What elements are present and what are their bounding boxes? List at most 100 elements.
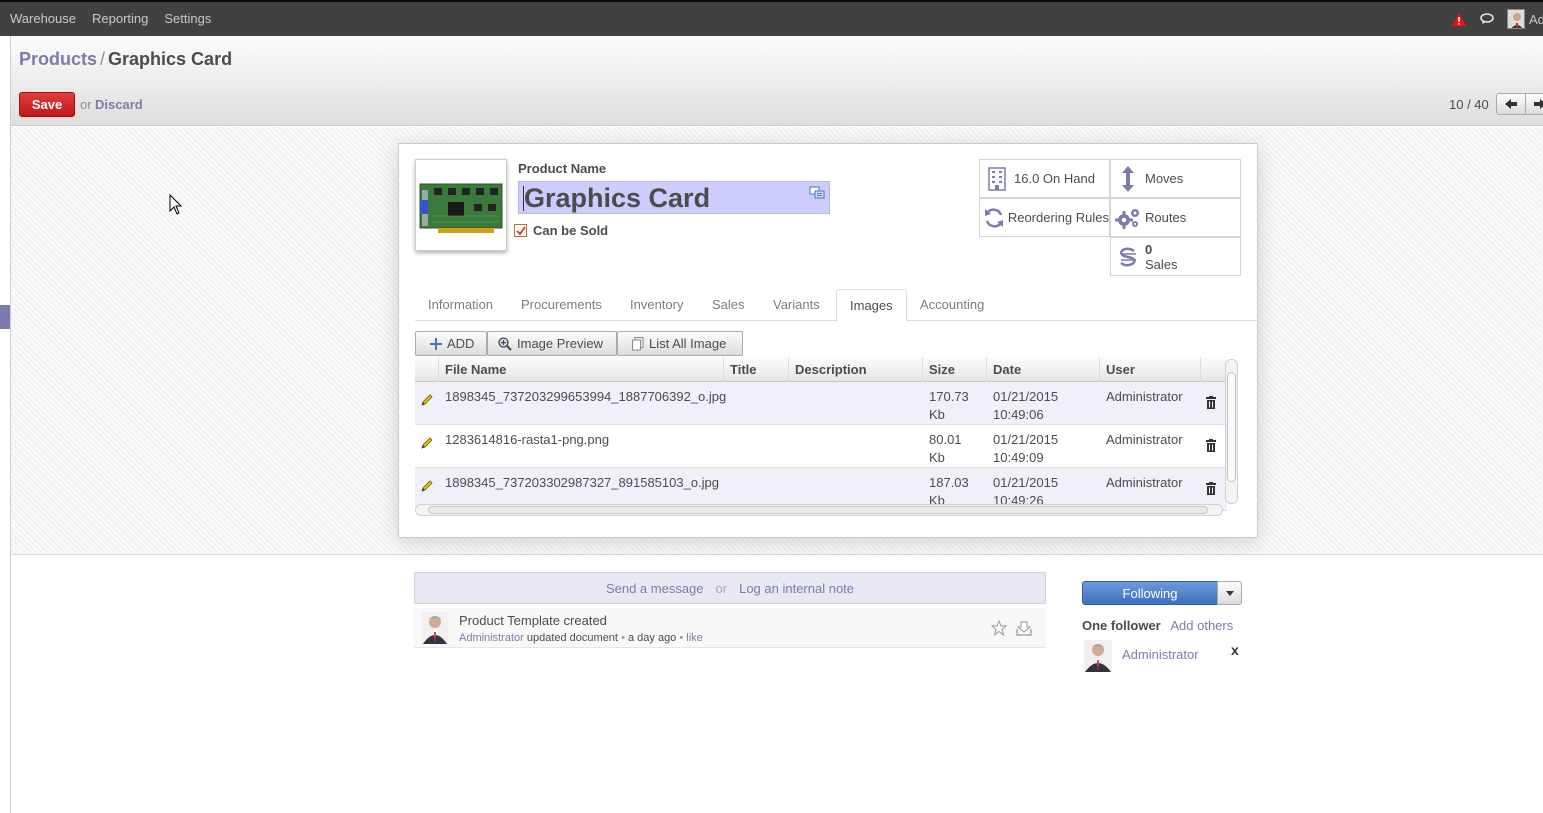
star-icon[interactable] bbox=[991, 620, 1007, 636]
follower-name[interactable]: Administrator bbox=[1122, 647, 1199, 662]
tab-inventory[interactable]: Inventory bbox=[617, 289, 696, 321]
building-icon bbox=[988, 166, 1006, 191]
moves-button[interactable]: Moves bbox=[1110, 159, 1241, 198]
left-collapse-tab[interactable] bbox=[0, 305, 10, 329]
followers-count: One follower bbox=[1082, 618, 1161, 633]
tab-procurements[interactable]: Procurements bbox=[508, 289, 615, 321]
pager-previous-button[interactable] bbox=[1496, 93, 1526, 115]
product-name-input[interactable]: Graphics Card bbox=[518, 181, 830, 214]
size-number: 80.01 bbox=[929, 432, 962, 447]
pencil-icon[interactable] bbox=[421, 437, 433, 449]
header-user[interactable]: User bbox=[1100, 357, 1201, 382]
horizontal-scrollbar-thumb[interactable] bbox=[428, 506, 1208, 514]
sales-count: 0 bbox=[1145, 241, 1153, 257]
top-navbar: Warehouse Reporting Settings Ad bbox=[0, 0, 1543, 36]
breadcrumb-current: Graphics Card bbox=[108, 49, 233, 69]
save-button[interactable]: Save bbox=[19, 92, 75, 117]
send-message-link[interactable]: Send a message bbox=[606, 581, 704, 596]
size-number: 187.03 bbox=[929, 475, 969, 490]
menu-warehouse[interactable]: Warehouse bbox=[10, 11, 76, 26]
menu-reporting[interactable]: Reporting bbox=[92, 11, 148, 26]
arrow-left-icon bbox=[1505, 99, 1517, 109]
form-sheet: Product Name Graphics Card Can be Sold 1… bbox=[398, 143, 1258, 538]
cell-user: Administrator bbox=[1106, 475, 1183, 490]
plus-icon bbox=[430, 337, 442, 350]
header-date[interactable]: Date bbox=[987, 357, 1100, 382]
message-author-link[interactable]: Administrator bbox=[459, 632, 524, 644]
mouse-cursor-icon bbox=[169, 194, 183, 215]
product-name-value: Graphics Card bbox=[524, 183, 711, 213]
trash-icon[interactable] bbox=[1206, 482, 1216, 495]
following-button[interactable]: Following bbox=[1082, 581, 1218, 605]
user-name[interactable]: Ad bbox=[1529, 12, 1543, 27]
warning-icon[interactable] bbox=[1445, 8, 1473, 30]
pencil-icon[interactable] bbox=[421, 480, 433, 492]
tab-variants[interactable]: Variants bbox=[760, 289, 833, 321]
tab-images[interactable]: Images bbox=[836, 289, 907, 322]
menu-settings[interactable]: Settings bbox=[164, 11, 211, 26]
table-header: File Name Title Description Size Date Us… bbox=[415, 357, 1227, 382]
or-text: or bbox=[80, 97, 92, 112]
sales-button[interactable]: 0 Sales bbox=[1110, 237, 1241, 276]
reordering-rules-button[interactable]: Reordering Rules bbox=[979, 198, 1110, 237]
refresh-icon bbox=[984, 208, 1003, 227]
time-value: 10:49:06 bbox=[993, 407, 1044, 422]
like-link[interactable]: like bbox=[686, 632, 703, 644]
cell-date: 01/21/2015 10:49:06 bbox=[993, 388, 1058, 424]
tab-sales[interactable]: Sales bbox=[699, 289, 758, 321]
pencil-icon[interactable] bbox=[421, 394, 433, 406]
dollar-icon bbox=[1120, 246, 1136, 267]
product-image[interactable] bbox=[415, 159, 507, 251]
followers-header: One follower Add others bbox=[1082, 618, 1233, 633]
pager-counter: 10 / 40 bbox=[1449, 97, 1489, 112]
horizontal-scrollbar[interactable] bbox=[415, 504, 1223, 516]
pager-next-button[interactable] bbox=[1525, 93, 1543, 115]
can-be-sold-checkbox[interactable] bbox=[514, 224, 527, 237]
vertical-scrollbar-thumb[interactable] bbox=[1227, 372, 1236, 482]
routes-label: Routes bbox=[1145, 210, 1187, 225]
image-table: File Name Title Description Size Date Us… bbox=[415, 357, 1238, 517]
add-image-label: ADD bbox=[447, 336, 475, 351]
header-title[interactable]: Title bbox=[724, 357, 789, 382]
author-avatar[interactable] bbox=[422, 612, 448, 644]
user-avatar[interactable] bbox=[1507, 9, 1525, 29]
tab-accounting[interactable]: Accounting bbox=[907, 289, 997, 321]
cell-file-name: 1898345_737203299653994_1887706392_o.jpg bbox=[445, 389, 727, 404]
on-hand-label: 16.0 On Hand bbox=[1014, 171, 1095, 186]
download-icon[interactable] bbox=[1015, 620, 1033, 636]
list-all-image-button[interactable]: List All Image bbox=[617, 331, 743, 356]
image-preview-button[interactable]: Image Preview bbox=[487, 331, 617, 356]
chat-icon[interactable] bbox=[1473, 8, 1501, 30]
trash-icon[interactable] bbox=[1206, 439, 1216, 452]
add-others-link[interactable]: Add others bbox=[1170, 618, 1233, 633]
log-note-link[interactable]: Log an internal note bbox=[739, 581, 854, 596]
following-dropdown-button[interactable] bbox=[1217, 581, 1242, 605]
breadcrumb-products[interactable]: Products bbox=[19, 49, 97, 69]
header-edit-col bbox=[415, 357, 439, 382]
date-value: 01/21/2015 bbox=[993, 389, 1059, 404]
discard-link[interactable]: Discard bbox=[95, 97, 143, 112]
table-row[interactable]: 1283614816-rasta1-png.png 80.01 Kb 01/21/… bbox=[415, 425, 1227, 468]
trash-icon[interactable] bbox=[1206, 396, 1216, 409]
breadcrumb: Products / Graphics Card bbox=[19, 49, 232, 70]
header-size[interactable]: Size bbox=[923, 357, 987, 382]
meta-dot: • bbox=[679, 632, 684, 644]
vertical-scrollbar[interactable] bbox=[1225, 359, 1238, 504]
follower-avatar[interactable] bbox=[1084, 640, 1112, 672]
header-file-name[interactable]: File Name bbox=[439, 357, 724, 382]
table-row[interactable]: 1898345_737203299653994_1887706392_o.jpg… bbox=[415, 382, 1227, 425]
translate-icon[interactable] bbox=[809, 186, 825, 200]
date-value: 01/21/2015 bbox=[993, 432, 1059, 447]
cell-user: Administrator bbox=[1106, 389, 1183, 404]
main-menu: Warehouse Reporting Settings bbox=[10, 11, 211, 26]
on-hand-button[interactable]: 16.0 On Hand bbox=[979, 159, 1110, 198]
routes-button[interactable]: Routes bbox=[1110, 198, 1241, 237]
header-description[interactable]: Description bbox=[789, 357, 923, 382]
cell-date: 01/21/2015 10:49:09 bbox=[993, 431, 1058, 467]
add-image-button[interactable]: ADD bbox=[415, 331, 487, 356]
tab-information[interactable]: Information bbox=[415, 289, 506, 321]
vertical-arrows-icon bbox=[1122, 165, 1134, 192]
date-value: 01/21/2015 bbox=[993, 475, 1059, 490]
cell-size: 170.73 Kb bbox=[929, 388, 969, 424]
remove-follower-close-icon[interactable]: x bbox=[1231, 642, 1239, 658]
